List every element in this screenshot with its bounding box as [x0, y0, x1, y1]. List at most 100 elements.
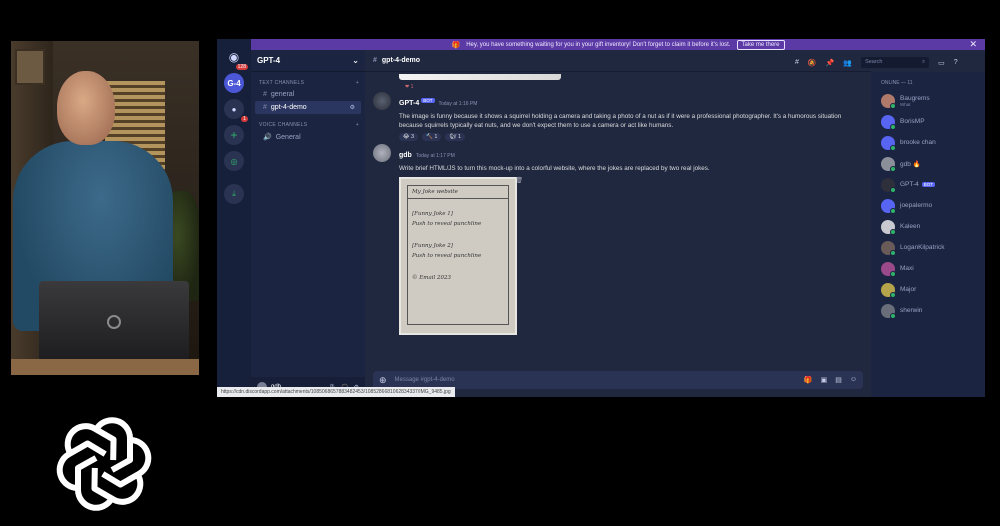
member-list: ONLINE — 11 Baugrems What BorisMP brooke ch… — [871, 72, 985, 397]
avatar[interactable] — [881, 261, 896, 277]
gift-icon[interactable]: 🎁 — [804, 376, 813, 384]
avatar[interactable] — [373, 144, 391, 162]
explore-servers-icon[interactable]: ◎ — [224, 151, 244, 171]
threads-icon[interactable]: # — [795, 59, 799, 66]
hash-icon: # — [373, 57, 377, 64]
member-item[interactable]: BorisMP — [871, 111, 985, 132]
member-name: brooke chan — [900, 139, 936, 146]
text-channels-category[interactable]: TEXT CHANNELS + — [251, 72, 365, 88]
member-name: gdb 🔥 — [900, 160, 921, 168]
close-banner-icon[interactable]: ✕ — [969, 39, 977, 50]
mute-icon[interactable]: 🔕 — [808, 59, 817, 67]
help-icon[interactable]: ? — [954, 59, 958, 66]
sketch-line: Push to reveal punchline — [412, 253, 482, 259]
server-gpt4-icon[interactable]: G-4 — [224, 73, 244, 93]
message-gdb: gdb Today at 1:17 PM Write brief HTML/JS … — [373, 144, 863, 335]
sketch-line: [Funny Joke 2] — [412, 243, 453, 249]
avatar[interactable] — [881, 135, 896, 151]
server-icon[interactable]: ● 1 — [224, 99, 248, 122]
member-name: Kaleen — [900, 223, 921, 230]
message-input[interactable]: Message #gpt-4-demo — [395, 377, 455, 383]
member-item[interactable]: brooke chan — [871, 132, 985, 153]
member-item[interactable]: Maxi — [871, 258, 985, 279]
channel-label: General — [275, 133, 301, 141]
webcam-picture-frame — [15, 49, 45, 85]
member-name: sherwin — [900, 307, 923, 314]
notification-badge: 128 — [235, 64, 248, 70]
webcam-desk — [11, 359, 199, 375]
member-item[interactable]: gdb 🔥 — [871, 153, 985, 174]
sticker-icon[interactable]: ▤ — [835, 376, 842, 384]
member-item[interactable]: Kaleen — [871, 216, 985, 237]
member-name: Baugrems — [900, 94, 930, 102]
member-item[interactable]: sherwin — [871, 300, 985, 321]
mockup-sketch-image[interactable]: 🗑 My Joke website [Funny Joke 1] Push to… — [399, 177, 523, 335]
laptop-logo-icon — [107, 315, 121, 329]
message-author[interactable]: gdb — [399, 152, 412, 159]
avatar[interactable] — [881, 156, 896, 172]
guild-header[interactable]: GPT-4 ⌄ — [251, 50, 365, 72]
url-status-bar: https://cdn.discordapp.com/attachments/1… — [217, 387, 455, 397]
attach-plus-icon[interactable]: ⊕ — [379, 375, 387, 386]
member-item[interactable]: LoganKilpatrick — [871, 237, 985, 258]
avatar[interactable] — [881, 303, 896, 319]
channel-settings-icon[interactable]: ⚙ — [350, 104, 355, 111]
server-rail: ◉ 128 G-4 ● 1 + ◎ ⤓ — [217, 39, 251, 397]
member-status: What — [900, 101, 911, 107]
take-me-there-button[interactable]: Take me there — [736, 39, 785, 50]
voice-channel-general[interactable]: 🔊 General — [255, 130, 361, 144]
category-label: VOICE CHANNELS — [259, 122, 308, 128]
avatar[interactable] — [881, 114, 896, 130]
channel-label: general — [270, 91, 295, 98]
reaction[interactable]: ❤ 1 — [405, 84, 413, 90]
previous-image-attachment[interactable] — [399, 74, 561, 80]
message-author[interactable]: GPT-4 — [399, 100, 419, 107]
gift-icon: 🎁 — [451, 41, 461, 49]
reaction[interactable]: 😂 3 — [399, 133, 419, 141]
discord-window: ◉ 128 G-4 ● 1 + ◎ ⤓ 🎁 Hey, you have some… — [217, 39, 985, 397]
add-channel-icon[interactable]: + — [356, 122, 359, 128]
emoji-icon[interactable]: ☺ — [850, 376, 857, 384]
banner-text: Hey, you have something waiting for you … — [466, 41, 731, 48]
hash-icon: # — [263, 91, 267, 98]
inbox-icon[interactable]: ▭ — [938, 59, 945, 67]
avatar[interactable] — [881, 177, 896, 193]
gif-icon[interactable]: ▣ — [821, 376, 828, 384]
member-item[interactable]: Major — [871, 279, 985, 300]
member-item[interactable]: joepalermo — [871, 195, 985, 216]
bot-tag: BOT — [921, 182, 936, 187]
search-icon: ⌕ — [921, 59, 926, 65]
reaction[interactable]: 🔨 1 — [422, 133, 442, 141]
webcam-feed — [11, 41, 199, 375]
member-item[interactable]: Baugrems What — [871, 90, 985, 111]
server-badge: 1 — [241, 116, 248, 122]
avatar[interactable] — [881, 240, 896, 256]
channel-general[interactable]: # general — [255, 88, 361, 101]
pin-icon[interactable]: 📌 — [826, 59, 835, 67]
download-apps-icon[interactable]: ⤓ — [224, 184, 244, 204]
add-channel-icon[interactable]: + — [356, 80, 359, 86]
channel-gpt-4-demo[interactable]: # gpt-4-demo ⚙ — [255, 101, 361, 114]
discord-home-icon[interactable]: ◉ 128 — [224, 47, 248, 70]
chevron-down-icon: ⌄ — [352, 56, 359, 65]
channel-sidebar: GPT-4 ⌄ TEXT CHANNELS + # general # gpt-… — [251, 50, 365, 397]
avatar[interactable] — [881, 198, 896, 214]
search-input[interactable]: Search ⌕ — [861, 57, 930, 68]
avatar[interactable] — [881, 282, 896, 298]
add-server-icon[interactable]: + — [224, 125, 244, 145]
trash-icon[interactable]: 🗑 — [515, 177, 523, 184]
guild-name: GPT-4 — [257, 56, 281, 65]
hash-icon: # — [263, 104, 267, 111]
avatar[interactable] — [881, 219, 896, 235]
avatar[interactable] — [881, 93, 896, 109]
message-gpt4: GPT-4 BOTToday at 1:16 PM The image is fu… — [373, 92, 863, 141]
voice-channels-category[interactable]: VOICE CHANNELS + — [251, 114, 365, 130]
reaction[interactable]: 🐿 1 — [445, 133, 466, 141]
avatar[interactable] — [373, 92, 391, 110]
member-item[interactable]: GPT-4 BOT — [871, 174, 985, 195]
category-label: TEXT CHANNELS — [259, 80, 305, 86]
members-category: ONLINE — 11 — [881, 80, 913, 86]
sketch-line: © Email 2023 — [412, 275, 452, 281]
members-icon[interactable]: 👥 — [843, 59, 852, 67]
member-name: BorisMP — [900, 118, 925, 125]
